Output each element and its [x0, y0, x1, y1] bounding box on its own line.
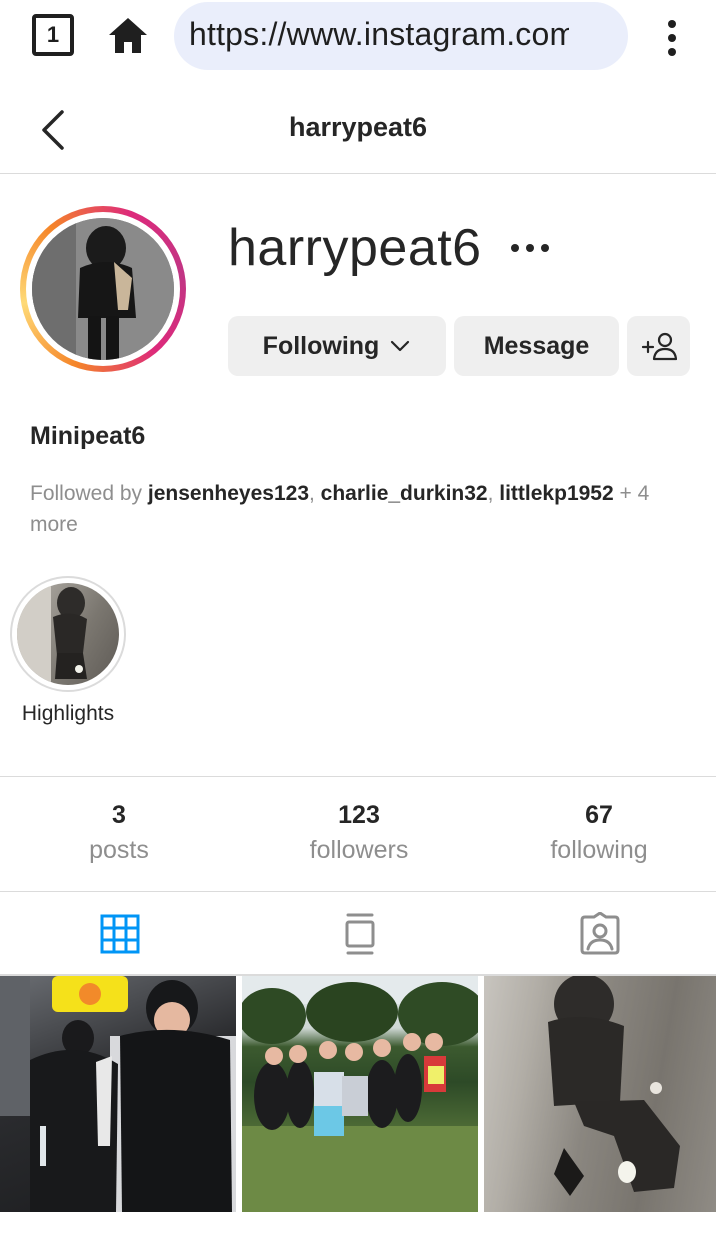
follower-link[interactable]: littlekp1952: [499, 482, 613, 505]
highlight-item[interactable]: [10, 576, 126, 692]
message-button[interactable]: Message: [454, 316, 619, 376]
post-thumbnail[interactable]: [484, 976, 716, 1212]
story-ring[interactable]: [20, 206, 186, 372]
follower-link[interactable]: jensenheyes123: [148, 482, 309, 505]
followers-count[interactable]: 123 followers: [240, 801, 478, 865]
url-text[interactable]: https://www.instagram.com/harrypeat6/: [189, 16, 569, 53]
tagged-icon[interactable]: [578, 912, 622, 956]
posts-count: 3 posts: [89, 801, 149, 864]
followed-by-text[interactable]: Followed by jensenheyes123, charlie_durk…: [30, 478, 686, 540]
following-count[interactable]: 67 following: [480, 801, 716, 865]
highlight-label: Highlights: [21, 702, 115, 725]
grid-icon[interactable]: [98, 912, 142, 956]
browser-toolbar: 1 https://www.instagram.com/harrypeat6/: [0, 0, 716, 78]
posts-grid: [0, 976, 716, 1212]
follower-link[interactable]: charlie_durkin32: [321, 482, 488, 505]
following-button-label: Following: [262, 331, 380, 360]
tab-switcher-button[interactable]: 1: [32, 14, 74, 56]
following-button[interactable]: Following: [228, 316, 446, 376]
feed-icon[interactable]: [338, 912, 382, 956]
profile-username: harrypeat6: [228, 219, 482, 277]
add-user-icon: [641, 332, 677, 361]
chevron-down-icon: [391, 340, 410, 352]
profile-header-bar: harrypeat6: [0, 84, 716, 174]
message-button-label: Message: [483, 331, 590, 360]
more-options-icon[interactable]: [508, 236, 552, 260]
post-thumbnail[interactable]: [0, 976, 236, 1212]
profile-tabs: [0, 892, 716, 976]
overflow-menu-icon[interactable]: [658, 18, 686, 58]
profile-photo: [32, 218, 174, 360]
address-bar[interactable]: https://www.instagram.com/harrypeat6/: [174, 2, 628, 70]
profile-stats: 3 posts 123 followers 67 following: [0, 776, 716, 892]
home-icon[interactable]: [106, 14, 150, 58]
profile-full-name: Minipeat6: [30, 422, 146, 450]
tab-count-label: 1: [46, 22, 60, 47]
highlight-cover: [17, 583, 119, 685]
profile-photo-figure: [32, 218, 174, 360]
suggested-users-button[interactable]: [627, 316, 690, 376]
header-title: harrypeat6: [288, 112, 428, 142]
post-thumbnail[interactable]: [242, 976, 478, 1212]
